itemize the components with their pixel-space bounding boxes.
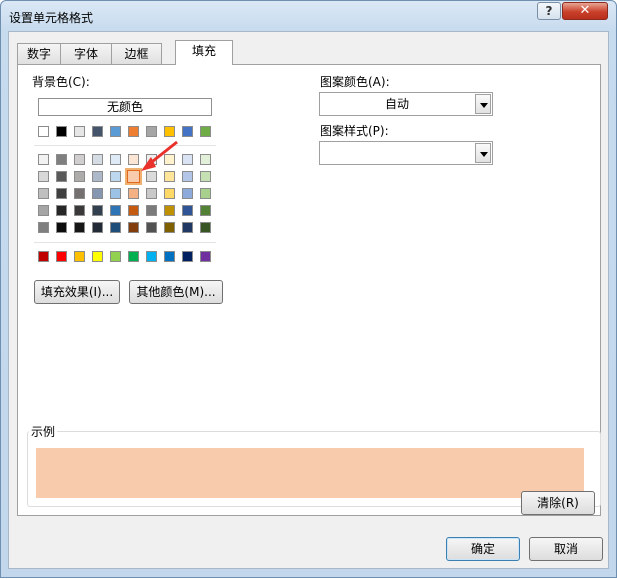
color-swatch-standard-9[interactable] bbox=[182, 251, 193, 262]
color-swatch-tint-2-7[interactable] bbox=[146, 171, 157, 182]
color-swatch-tint-3-7[interactable] bbox=[146, 188, 157, 199]
tab-font[interactable]: 字体 bbox=[60, 43, 112, 64]
color-swatch-theme-8[interactable] bbox=[164, 126, 175, 137]
pattern-color-value: 自动 bbox=[384, 97, 409, 111]
color-swatch-tint-4-4[interactable] bbox=[92, 205, 103, 216]
color-swatch-tint-1-2[interactable] bbox=[56, 154, 67, 165]
palette-separator bbox=[34, 242, 216, 243]
color-swatch-tint-3-10[interactable] bbox=[200, 188, 211, 199]
color-swatch-standard-10[interactable] bbox=[200, 251, 211, 262]
color-swatch-theme-10[interactable] bbox=[200, 126, 211, 137]
color-swatch-tint-2-9[interactable] bbox=[182, 171, 193, 182]
color-swatch-tint-5-7[interactable] bbox=[146, 222, 157, 233]
color-swatch-tint-3-8[interactable] bbox=[164, 188, 175, 199]
close-button[interactable]: ✕ bbox=[562, 2, 608, 20]
color-swatch-tint-4-2[interactable] bbox=[56, 205, 67, 216]
fill-panel: 背景色(C): 无颜色 填充效果(I)... 其他颜色(M)... 图案颜色(A… bbox=[17, 64, 601, 516]
color-swatch-tint-1-1[interactable] bbox=[38, 154, 49, 165]
color-swatch-theme-6[interactable] bbox=[128, 126, 139, 137]
color-swatch-standard-2[interactable] bbox=[56, 251, 67, 262]
color-swatch-tint-4-6[interactable] bbox=[128, 205, 139, 216]
tab-fill[interactable]: 填充 bbox=[175, 40, 233, 65]
color-swatch-theme-5[interactable] bbox=[110, 126, 121, 137]
tab-border[interactable]: 边框 bbox=[111, 43, 162, 64]
color-swatch-tint-4-3[interactable] bbox=[74, 205, 85, 216]
color-swatch-tint-3-3[interactable] bbox=[74, 188, 85, 199]
pattern-color-dropdown[interactable]: 自动 bbox=[319, 92, 493, 116]
color-swatch-standard-8[interactable] bbox=[164, 251, 175, 262]
color-swatch-tint-4-9[interactable] bbox=[182, 205, 193, 216]
color-swatch-tint-3-5[interactable] bbox=[110, 188, 121, 199]
chevron-down-icon[interactable] bbox=[475, 94, 491, 114]
color-swatch-tint-2-1[interactable] bbox=[38, 171, 49, 182]
fill-effects-button[interactable]: 填充效果(I)... bbox=[34, 280, 120, 304]
color-swatch-tint-5-9[interactable] bbox=[182, 222, 193, 233]
color-swatch-tint-2-3[interactable] bbox=[74, 171, 85, 182]
pattern-style-dropdown[interactable] bbox=[319, 141, 493, 165]
color-swatch-theme-7[interactable] bbox=[146, 126, 157, 137]
chevron-down-icon[interactable] bbox=[475, 143, 491, 163]
color-swatch-tint-1-4[interactable] bbox=[92, 154, 103, 165]
sample-label: 示例 bbox=[29, 423, 58, 440]
color-swatch-tint-4-8[interactable] bbox=[164, 205, 175, 216]
format-cells-dialog: 设置单元格格式 ? ✕ 数字 字体 边框 填充 背景色(C): 无颜色 填充效果… bbox=[0, 0, 617, 578]
color-swatch-tint-1-3[interactable] bbox=[74, 154, 85, 165]
color-swatch-tint-5-6[interactable] bbox=[128, 222, 139, 233]
color-swatch-tint-5-10[interactable] bbox=[200, 222, 211, 233]
more-colors-button[interactable]: 其他颜色(M)... bbox=[129, 280, 223, 304]
color-swatch-tint-1-6[interactable] bbox=[128, 154, 139, 165]
color-swatch-tint-3-4[interactable] bbox=[92, 188, 103, 199]
dialog-title: 设置单元格格式 bbox=[9, 11, 94, 25]
color-swatch-tint-3-2[interactable] bbox=[56, 188, 67, 199]
title-bar: 设置单元格格式 ? ✕ bbox=[1, 1, 616, 31]
background-color-label: 背景色(C): bbox=[32, 75, 90, 89]
color-swatch-tint-2-10[interactable] bbox=[200, 171, 211, 182]
color-swatch-tint-3-6[interactable] bbox=[128, 188, 139, 199]
color-swatch-tint-5-8[interactable] bbox=[164, 222, 175, 233]
color-swatch-standard-5[interactable] bbox=[110, 251, 121, 262]
color-swatch-standard-1[interactable] bbox=[38, 251, 49, 262]
color-swatch-tint-2-6[interactable] bbox=[125, 168, 142, 185]
color-swatch-tint-5-5[interactable] bbox=[110, 222, 121, 233]
color-swatch-theme-3[interactable] bbox=[74, 126, 85, 137]
color-swatch-standard-6[interactable] bbox=[128, 251, 139, 262]
color-swatch-theme-9[interactable] bbox=[182, 126, 193, 137]
color-swatch-tint-4-10[interactable] bbox=[200, 205, 211, 216]
color-swatch-tint-2-5[interactable] bbox=[110, 171, 121, 182]
color-swatch-tint-4-1[interactable] bbox=[38, 205, 49, 216]
pattern-style-label: 图案样式(P): bbox=[320, 124, 389, 138]
sample-preview bbox=[36, 448, 584, 498]
color-swatch-tint-4-5[interactable] bbox=[110, 205, 121, 216]
help-button[interactable]: ? bbox=[537, 2, 561, 20]
color-swatch-tint-2-8[interactable] bbox=[164, 171, 175, 182]
color-swatch-tint-1-8[interactable] bbox=[164, 154, 175, 165]
color-swatch-tint-3-9[interactable] bbox=[182, 188, 193, 199]
color-swatch-tint-2-4[interactable] bbox=[92, 171, 103, 182]
tab-number[interactable]: 数字 bbox=[17, 43, 61, 64]
color-swatch-tint-2-2[interactable] bbox=[56, 171, 67, 182]
ok-button[interactable]: 确定 bbox=[446, 537, 520, 561]
color-swatch-tint-5-2[interactable] bbox=[56, 222, 67, 233]
color-swatch-tint-1-10[interactable] bbox=[200, 154, 211, 165]
color-swatch-tint-1-7[interactable] bbox=[146, 154, 157, 165]
pattern-color-label: 图案颜色(A): bbox=[320, 75, 390, 89]
cancel-button[interactable]: 取消 bbox=[529, 537, 603, 561]
color-swatch-theme-1[interactable] bbox=[38, 126, 49, 137]
color-swatch-tint-1-9[interactable] bbox=[182, 154, 193, 165]
color-swatch-tint-3-1[interactable] bbox=[38, 188, 49, 199]
color-swatch-theme-4[interactable] bbox=[92, 126, 103, 137]
color-swatch-tint-5-4[interactable] bbox=[92, 222, 103, 233]
color-swatch-tint-5-1[interactable] bbox=[38, 222, 49, 233]
color-swatch-theme-2[interactable] bbox=[56, 126, 67, 137]
color-swatch-standard-7[interactable] bbox=[146, 251, 157, 262]
no-color-button[interactable]: 无颜色 bbox=[38, 98, 212, 116]
dialog-body: 数字 字体 边框 填充 背景色(C): 无颜色 填充效果(I)... 其他颜色(… bbox=[8, 31, 609, 569]
color-swatch-tint-4-7[interactable] bbox=[146, 205, 157, 216]
color-swatch-standard-3[interactable] bbox=[74, 251, 85, 262]
clear-button[interactable]: 清除(R) bbox=[521, 491, 595, 515]
palette-separator bbox=[34, 145, 216, 146]
color-swatch-tint-1-5[interactable] bbox=[110, 154, 121, 165]
color-swatch-standard-4[interactable] bbox=[92, 251, 103, 262]
color-swatch-tint-5-3[interactable] bbox=[74, 222, 85, 233]
